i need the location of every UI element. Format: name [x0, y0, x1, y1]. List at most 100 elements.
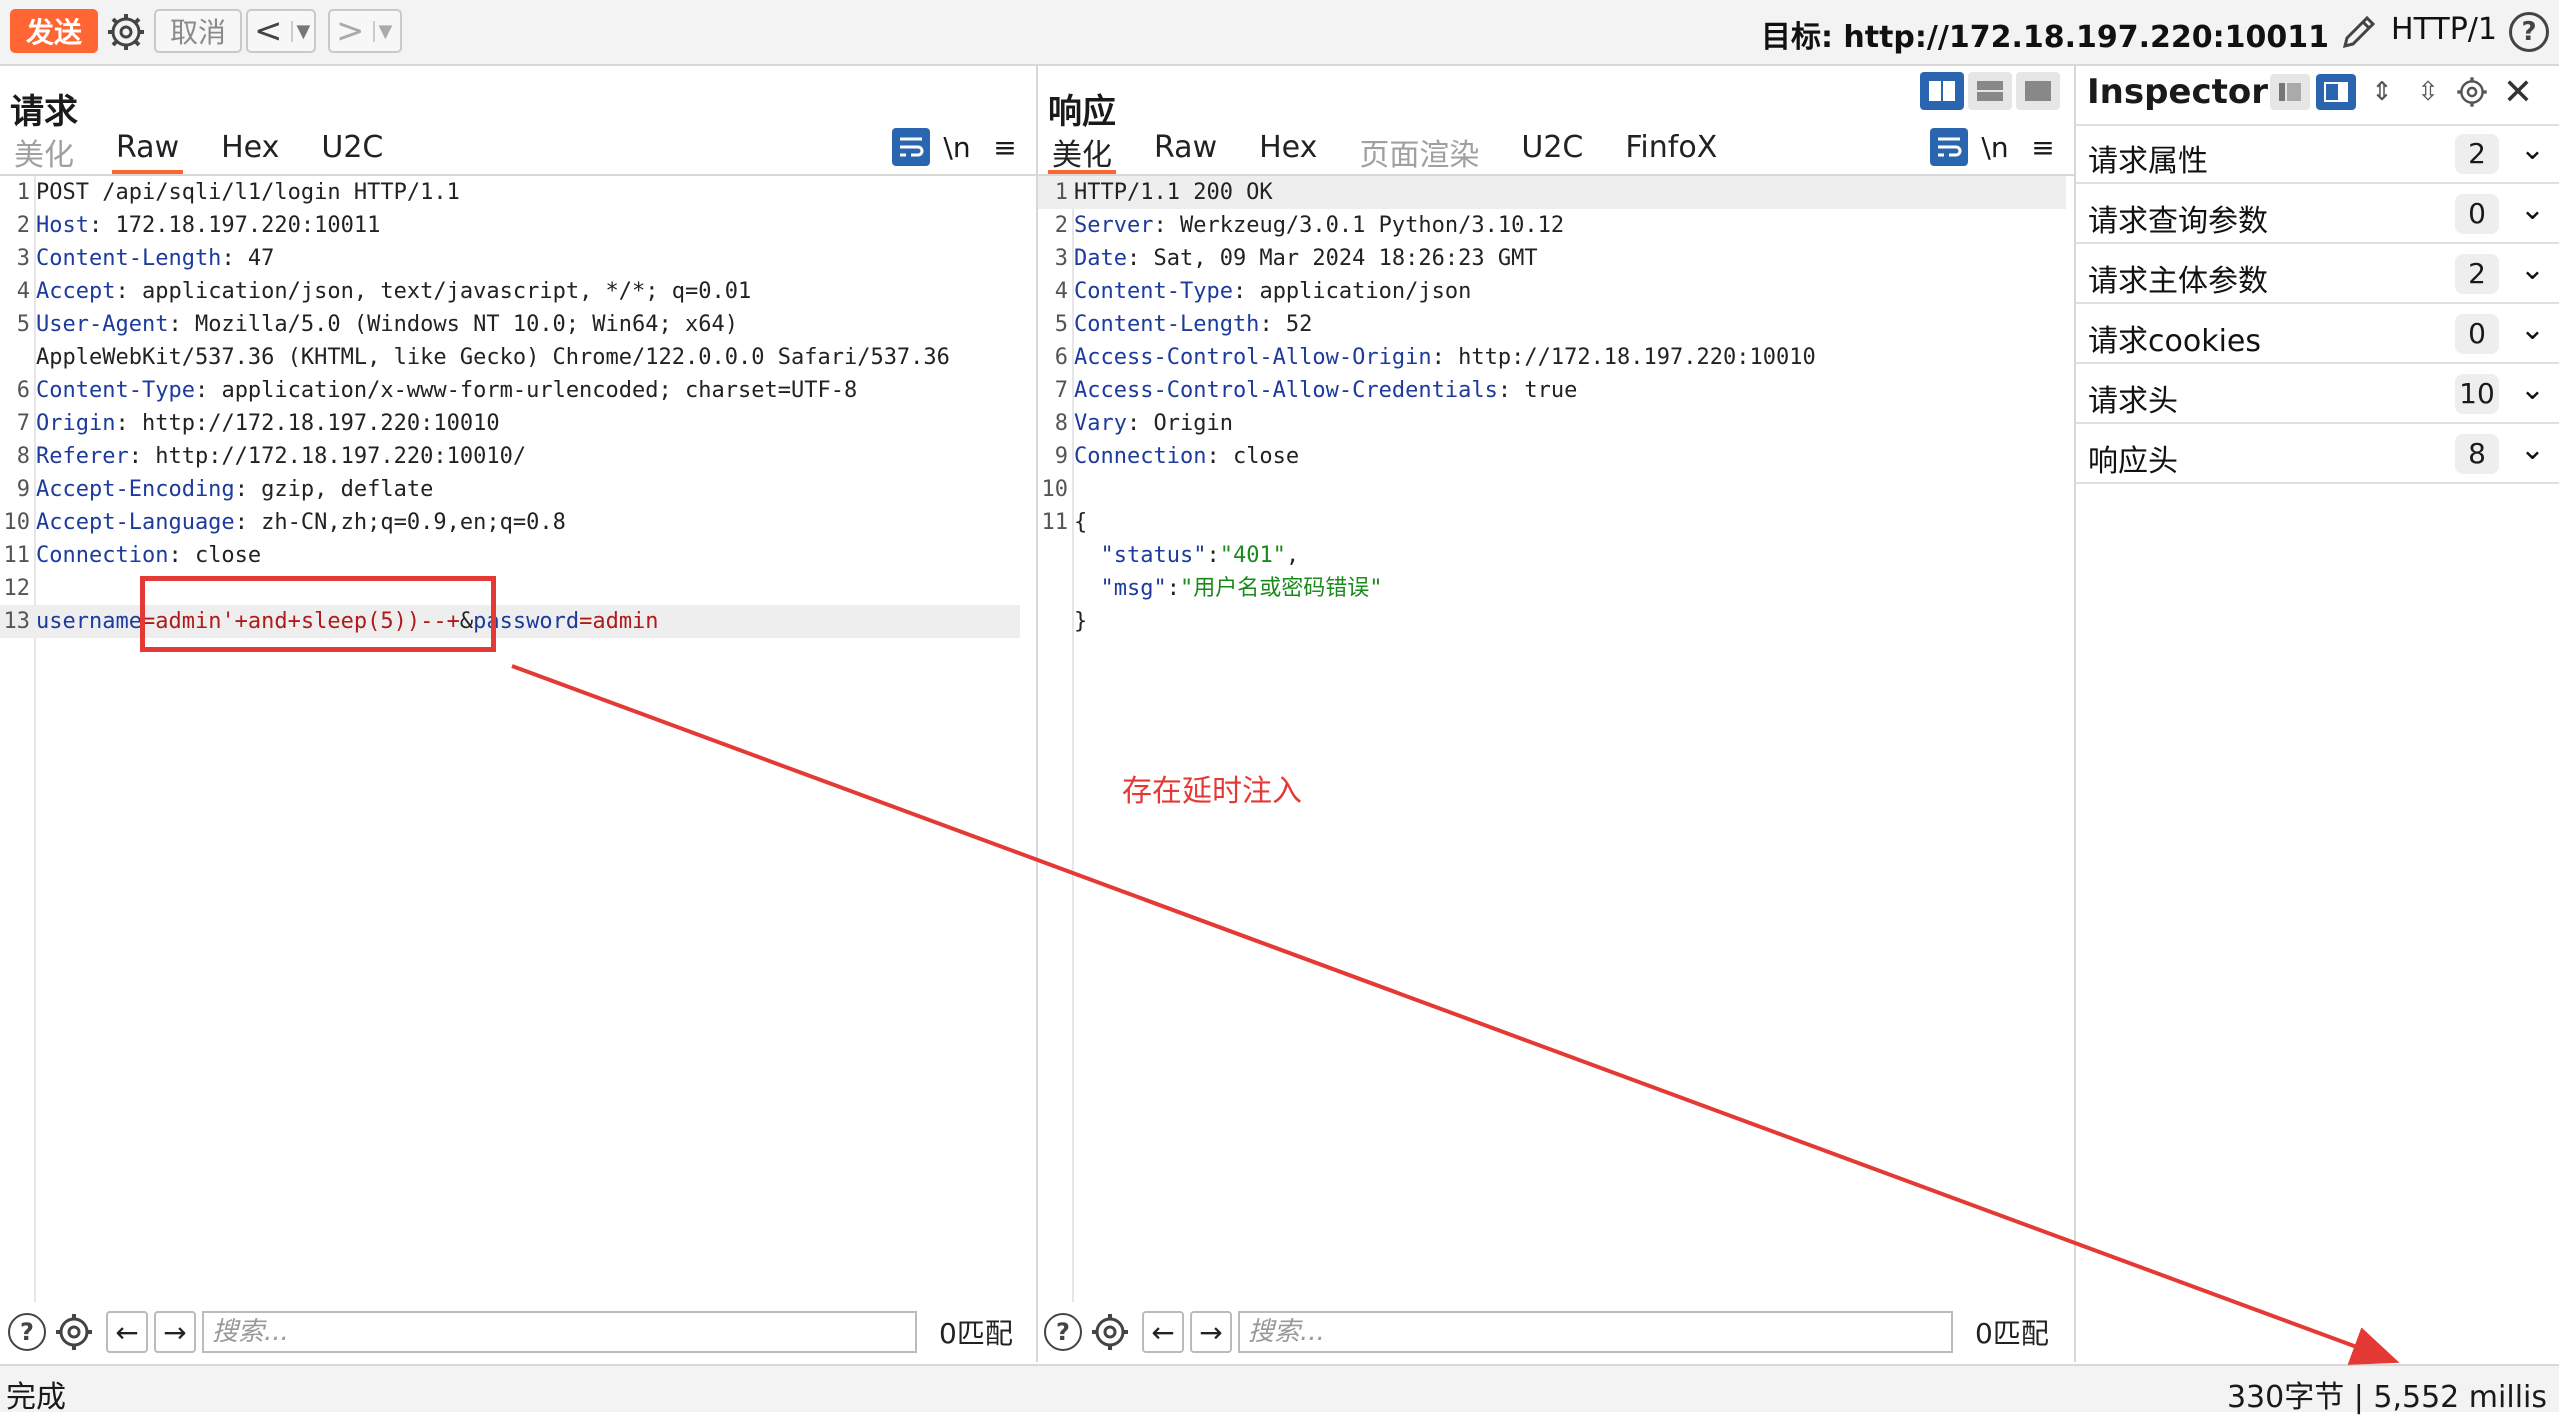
match-count: 0匹配	[939, 1317, 1013, 1350]
arrow-left-icon: ←	[1151, 1315, 1175, 1349]
menu-icon[interactable]: ≡	[2024, 128, 2062, 166]
code-token: Accept	[36, 279, 116, 304]
line-number: 1	[1054, 180, 1068, 205]
inspector-row-body-params[interactable]: 请求主体参数 2 ⌄	[2076, 246, 2559, 304]
code-token: : Werkzeug/3.0.1 Python/3.10.12	[1153, 213, 1565, 238]
line-number: 12	[3, 576, 31, 601]
split-vertical-icon[interactable]	[1968, 72, 2012, 110]
tab-render[interactable]: 页面渲染	[1355, 130, 1483, 174]
line-number: 3	[16, 246, 30, 271]
code-token: Date	[1074, 246, 1127, 271]
code-token: : http://172.18.197.220:10010	[115, 411, 500, 436]
search-next-button[interactable]: →	[154, 1311, 196, 1353]
chevron-down-icon[interactable]: ▼	[372, 20, 392, 42]
code-line: 8 Referer: http://172.18.197.220:10010/	[0, 440, 1020, 473]
code-token: : http://172.18.197.220:10010/	[128, 444, 527, 469]
search-prev-button[interactable]: ←	[106, 1311, 148, 1353]
code-line: 2 Server: Werkzeug/3.0.1 Python/3.10.12	[1038, 209, 2066, 242]
edit-pencil-icon[interactable]	[2337, 10, 2381, 54]
inspector-row-response-headers[interactable]: 响应头 8 ⌄	[2076, 426, 2559, 484]
code-line: 7 Origin: http://172.18.197.220:10010	[0, 407, 1020, 440]
chevron-down-icon[interactable]: ⌄	[2520, 132, 2545, 167]
send-button[interactable]: 发送	[10, 9, 98, 53]
code-token: "401"	[1219, 543, 1286, 568]
request-editor[interactable]: 1 POST /api/sqli/l1/login HTTP/1.1 2 Host: …	[0, 176, 1020, 638]
arrow-left-icon: ←	[115, 1315, 139, 1349]
code-line: 3 Content-Length: 47	[0, 242, 1020, 275]
back-button[interactable]: < ▼	[246, 9, 316, 53]
settings-gear-icon[interactable]	[2454, 74, 2494, 110]
search-prev-button[interactable]: ←	[1142, 1311, 1184, 1353]
code-token: : Sat, 09 Mar 2024 18:26:23 GMT	[1126, 246, 1538, 271]
inspector-row-cookies[interactable]: 请求cookies 0 ⌄	[2076, 306, 2559, 364]
code-line: "msg":"用户名或密码错误"	[1038, 572, 2066, 605]
code-line: 4 Accept: application/json, text/javascri…	[0, 275, 1020, 308]
inspector-row-query-params[interactable]: 请求查询参数 0 ⌄	[2076, 186, 2559, 244]
forward-button[interactable]: > ▼	[328, 9, 402, 53]
inspector-row-request-headers[interactable]: 请求头 10 ⌄	[2076, 366, 2559, 424]
chevron-down-icon[interactable]: ⌄	[2520, 372, 2545, 407]
code-token: HTTP/1.1 200 OK	[1074, 180, 1273, 205]
code-token: Accept-Encoding	[36, 477, 235, 502]
inspector-row-label: 请求属性	[2088, 144, 2208, 179]
response-tabs: 美化 Raw Hex 页面渲染 U2C FinfoX	[1048, 130, 1721, 174]
word-wrap-icon[interactable]	[892, 128, 930, 166]
settings-gear-icon[interactable]	[52, 1310, 96, 1354]
settings-gear-icon[interactable]	[104, 10, 148, 54]
code-token: Accept-Language	[36, 510, 235, 535]
expand-all-icon[interactable]: ⇕	[2362, 74, 2402, 110]
chevron-down-icon[interactable]: ⌄	[2520, 192, 2545, 227]
layout-list-icon[interactable]	[2270, 74, 2310, 110]
single-pane-icon[interactable]	[2016, 72, 2060, 110]
code-token: Host	[36, 213, 89, 238]
code-token: : close	[1206, 444, 1300, 469]
settings-gear-icon[interactable]	[1088, 1310, 1132, 1354]
tab-hex[interactable]: Hex	[217, 130, 283, 174]
response-editor[interactable]: 1 HTTP/1.1 200 OK 2 Server: Werkzeug/3.0.1 …	[1038, 176, 2066, 638]
help-icon[interactable]: ?	[8, 1313, 46, 1351]
code-line: 2 Host: 172.18.197.220:10011	[0, 209, 1020, 242]
response-search-row: ? ← → 搜索... 0匹配	[1038, 1304, 2074, 1360]
search-next-button[interactable]: →	[1190, 1311, 1232, 1353]
inspector-row-request-attributes[interactable]: 请求属性 2 ⌄	[2076, 126, 2559, 184]
tab-u2c[interactable]: U2C	[1517, 130, 1587, 174]
line-number: 1	[16, 180, 30, 205]
tab-u2c[interactable]: U2C	[317, 130, 387, 174]
word-wrap-icon[interactable]	[1930, 128, 1968, 166]
code-line: 5 Content-Length: 52	[1038, 308, 2066, 341]
help-icon[interactable]: ?	[2509, 12, 2549, 52]
search-input[interactable]: 搜索...	[202, 1311, 917, 1353]
help-icon[interactable]: ?	[1044, 1313, 1082, 1351]
line-number: 9	[1054, 444, 1068, 469]
code-line: 8 Vary: Origin	[1038, 407, 2066, 440]
inspector-row-count: 2	[2455, 254, 2499, 294]
tab-hex[interactable]: Hex	[1255, 130, 1321, 174]
chevron-down-icon[interactable]: ⌄	[2520, 252, 2545, 287]
code-line: 6 Access-Control-Allow-Origin: http://172…	[1038, 341, 2066, 374]
search-input[interactable]: 搜索...	[1238, 1311, 1953, 1353]
chevron-down-icon[interactable]: ▼	[290, 20, 310, 42]
protocol-label[interactable]: HTTP/1	[2391, 12, 2497, 47]
chevron-right-icon: >	[336, 11, 365, 51]
split-horizontal-icon[interactable]	[1920, 72, 1964, 110]
collapse-all-icon[interactable]: ⇳	[2408, 74, 2448, 110]
tab-raw[interactable]: Raw	[112, 130, 184, 174]
code-token: : application/json, text/javascript, */*…	[115, 279, 752, 304]
newline-toggle[interactable]: \n	[1976, 128, 2014, 166]
menu-icon[interactable]: ≡	[986, 128, 1024, 166]
close-icon[interactable]: ✕	[2500, 72, 2536, 113]
tab-pretty[interactable]: 美化	[1048, 130, 1116, 174]
tab-raw[interactable]: Raw	[1150, 130, 1221, 174]
code-token: "用户名或密码错误"	[1179, 576, 1383, 601]
line-number: 4	[1054, 279, 1068, 304]
layout-panel-icon[interactable]	[2316, 74, 2356, 110]
newline-toggle[interactable]: \n	[938, 128, 976, 166]
cancel-button[interactable]: 取消	[154, 9, 242, 53]
chevron-down-icon[interactable]: ⌄	[2520, 432, 2545, 467]
code-token: : zh-CN,zh;q=0.9,en;q=0.8	[234, 510, 566, 535]
line-number: 13	[3, 609, 31, 634]
tab-pretty[interactable]: 美化	[10, 130, 78, 174]
tab-finfox[interactable]: FinfoX	[1621, 130, 1721, 174]
line-number: 6	[1054, 345, 1068, 370]
chevron-down-icon[interactable]: ⌄	[2520, 312, 2545, 347]
